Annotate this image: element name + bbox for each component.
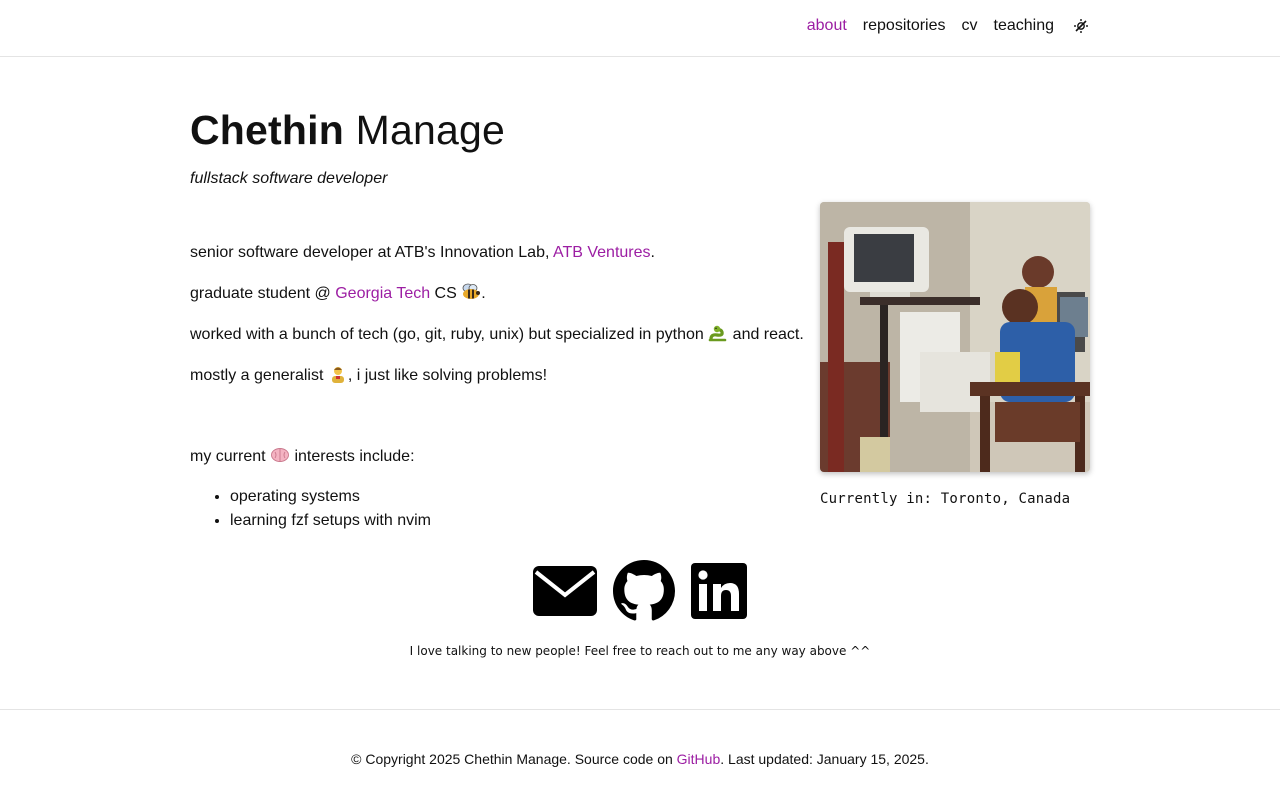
bio-line-tech: worked with a bunch of tech (go, git, ru… [190, 324, 804, 343]
atb-ventures-link[interactable]: ATB Ventures [553, 244, 651, 261]
email-icon[interactable] [533, 566, 597, 621]
profile-photo [820, 202, 1090, 472]
interests-list: operating systems learning fzf setups wi… [230, 485, 810, 533]
contact-note: I love talking to new people! Feel free … [409, 644, 871, 658]
bio-section: senior software developer at ATB's Innov… [190, 243, 810, 533]
github-icon[interactable] [613, 560, 675, 627]
bee-icon [461, 283, 481, 301]
georgia-tech-link[interactable]: Georgia Tech [335, 285, 430, 302]
linkedin-icon[interactable] [691, 563, 747, 624]
first-name: Chethin [190, 107, 344, 153]
social-links [533, 560, 747, 627]
nav-item-repositories[interactable]: repositories [863, 17, 946, 35]
page-title: Chethin Manage [190, 106, 505, 154]
list-item: learning fzf setups with nvim [230, 509, 810, 533]
footer: © Copyright 2025 Chethin Manage. Source … [0, 709, 1280, 800]
navbar: about repositories cv teaching [0, 0, 1280, 57]
location-text: Currently in: Toronto, Canada [820, 491, 1071, 507]
brain-icon [270, 446, 290, 464]
bio-line-job: senior software developer at ATB's Innov… [190, 244, 655, 261]
page-header: Chethin Manage fullstack software develo… [190, 106, 505, 188]
snake-icon [708, 324, 728, 342]
bio-line-school: graduate student @ Georgia Tech CS . [190, 283, 486, 302]
person-icon [328, 365, 348, 383]
last-name: Manage [355, 107, 505, 153]
bio-line-generalist: mostly a generalist , i just like solvin… [190, 365, 548, 384]
nav-links: about repositories cv teaching [807, 17, 1090, 35]
list-item: operating systems [230, 485, 810, 509]
github-source-link[interactable]: GitHub [677, 751, 721, 767]
theme-toggle-icon[interactable] [1072, 17, 1090, 35]
nav-item-teaching[interactable]: teaching [994, 17, 1055, 35]
nav-item-cv[interactable]: cv [962, 17, 978, 35]
profile-card: Currently in: Toronto, Canada [820, 202, 1090, 507]
footer-text: © Copyright 2025 Chethin Manage. Source … [351, 751, 929, 767]
nav-item-about[interactable]: about [807, 17, 847, 35]
page-subtitle: fullstack software developer [190, 170, 388, 187]
interests-intro: my current interests include: [190, 446, 415, 465]
